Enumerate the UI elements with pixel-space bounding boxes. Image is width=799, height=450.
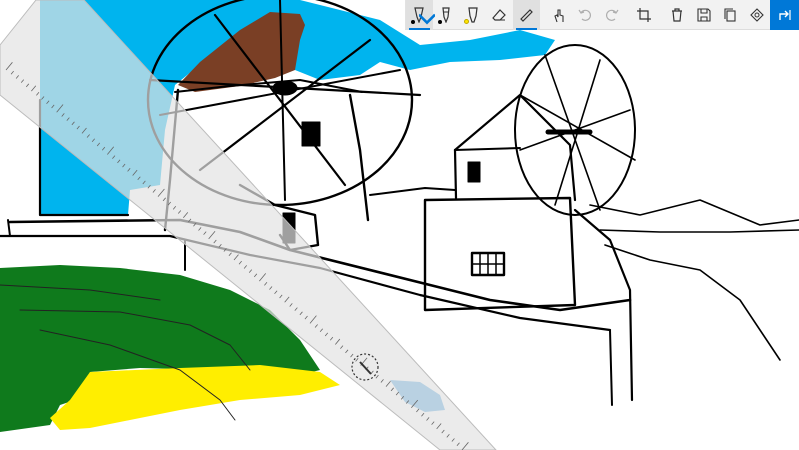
- share-circle-icon: [750, 8, 764, 22]
- ink-toolbar: [405, 0, 799, 30]
- redo-button[interactable]: [599, 0, 626, 30]
- save-icon: [696, 8, 711, 22]
- crop-icon: [637, 8, 652, 22]
- share-ink-button[interactable]: [744, 0, 771, 30]
- crop-button[interactable]: [631, 0, 658, 30]
- pen-color-swatch: [411, 20, 415, 24]
- undo-icon: [578, 9, 592, 21]
- eraser-icon: [492, 9, 507, 21]
- highlighter-color-swatch: [464, 19, 470, 24]
- touch-writing-button[interactable]: [545, 0, 572, 30]
- redo-icon: [606, 9, 619, 21]
- ballpoint-pen-button[interactable]: [406, 0, 435, 30]
- ruler-button[interactable]: [512, 0, 540, 30]
- touch-writing-icon: [553, 9, 564, 23]
- pencil-color-swatch: [437, 20, 442, 24]
- trash-icon: [671, 8, 682, 22]
- save-button[interactable]: [690, 0, 717, 30]
- copy-icon: [724, 8, 736, 22]
- ruler-icon: [520, 9, 534, 22]
- eraser-button[interactable]: [486, 0, 513, 30]
- share-button[interactable]: [770, 0, 799, 30]
- pencil-button[interactable]: [433, 0, 460, 30]
- copy-button[interactable]: [717, 0, 744, 30]
- highlighter-button[interactable]: [459, 0, 486, 30]
- share-icon: [778, 10, 791, 20]
- sand-fill: [50, 365, 340, 430]
- undo-button[interactable]: [572, 0, 599, 30]
- drawing-canvas[interactable]: [0, 0, 799, 450]
- clear-all-button[interactable]: [663, 0, 690, 30]
